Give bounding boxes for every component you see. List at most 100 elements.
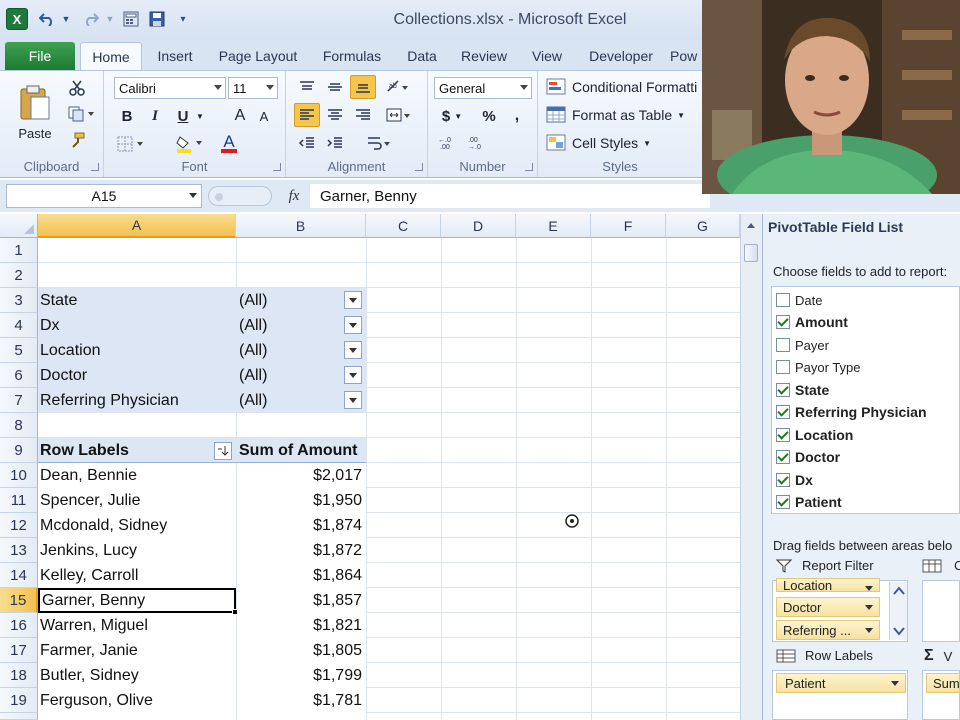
wrap-text-icon[interactable] (362, 131, 396, 155)
filter-chip[interactable]: Doctor (776, 597, 880, 617)
table-row-amount[interactable]: $1,864 (236, 563, 366, 588)
filter-field-label[interactable]: Location (38, 338, 236, 363)
undo-icon[interactable] (36, 9, 58, 29)
pivot-field-item[interactable]: Dx (776, 470, 813, 490)
pivot-field-item[interactable]: Location (776, 425, 853, 445)
field-checkbox[interactable] (776, 428, 790, 442)
row-header[interactable]: 5 (0, 338, 38, 363)
field-checkbox[interactable] (776, 315, 790, 329)
row-header[interactable]: 8 (0, 413, 38, 438)
tab-data[interactable]: Data (398, 42, 446, 70)
pivot-field-item[interactable]: Date (776, 290, 822, 310)
tab-page-layout[interactable]: Page Layout (210, 42, 306, 70)
table-row-name[interactable]: Butler, Sidney (38, 663, 236, 688)
pivot-row-labels-header[interactable]: Row Labels (38, 438, 236, 463)
row-header[interactable]: 6 (0, 363, 38, 388)
alignment-launcher-icon[interactable] (415, 163, 423, 171)
font-color-button[interactable]: A (212, 133, 246, 155)
align-left-icon[interactable] (294, 103, 320, 127)
pivot-field-item[interactable]: Amount (776, 312, 848, 332)
tab-file[interactable]: File (5, 42, 75, 70)
underline-dropdown-icon[interactable]: ▼ (194, 105, 206, 127)
align-top-icon[interactable] (294, 75, 320, 99)
align-bottom-icon[interactable] (350, 75, 376, 99)
selected-cell[interactable]: Garner, Benny (38, 588, 236, 613)
column-header-d[interactable]: D (441, 214, 516, 238)
redo-icon[interactable] (80, 9, 102, 29)
row-header[interactable]: 3 (0, 288, 38, 313)
scroll-thumb[interactable] (744, 244, 758, 262)
tab-review[interactable]: Review (454, 42, 514, 70)
pivot-field-item[interactable]: Doctor (776, 447, 840, 467)
column-header-g[interactable]: G (666, 214, 740, 238)
column-header-c[interactable]: C (366, 214, 441, 238)
conditional-formatting-button[interactable]: Conditional Formatti (546, 75, 706, 99)
redo-dropdown-icon[interactable]: ▼ (104, 9, 116, 29)
increase-decimal-icon[interactable]: ←.0.00 (436, 131, 462, 153)
field-checkbox[interactable] (776, 360, 790, 374)
number-launcher-icon[interactable] (525, 163, 533, 171)
row-header[interactable]: 10 (0, 463, 38, 488)
row-header[interactable]: 17 (0, 638, 38, 663)
column-labels-area[interactable] (922, 580, 960, 642)
table-row-name[interactable]: Ferguson, Olive (38, 688, 236, 713)
font-size-combo[interactable]: 11 (228, 77, 278, 99)
field-checkbox[interactable] (776, 473, 790, 487)
align-right-icon[interactable] (350, 103, 376, 127)
select-all-corner[interactable] (0, 214, 38, 238)
row-header[interactable]: 2 (0, 263, 38, 288)
table-row-name[interactable]: Mcdonald, Sidney (38, 513, 236, 538)
filter-field-label[interactable]: Doctor (38, 363, 236, 388)
field-checkbox[interactable] (776, 495, 790, 509)
decrease-indent-icon[interactable] (294, 131, 320, 155)
align-middle-icon[interactable] (322, 75, 348, 99)
format-as-table-button[interactable]: Format as Table ▼ (546, 103, 702, 127)
clipboard-launcher-icon[interactable] (91, 163, 99, 171)
cut-icon[interactable] (66, 77, 88, 99)
name-box[interactable]: A15 (6, 184, 202, 208)
format-painter-icon[interactable] (66, 129, 88, 151)
calculator-icon[interactable] (120, 9, 142, 29)
table-row-name[interactable]: Dean, Bennie (38, 463, 236, 488)
column-header-b[interactable]: B (236, 214, 366, 238)
table-row-name[interactable]: Jenkins, Lucy (38, 538, 236, 563)
percent-button[interactable]: % (478, 105, 500, 127)
field-checkbox[interactable] (776, 405, 790, 419)
row-header[interactable]: 13 (0, 538, 38, 563)
filter-dropdown-icon[interactable] (344, 291, 362, 309)
row-header[interactable]: 19 (0, 688, 38, 713)
table-row-amount[interactable]: $1,874 (236, 513, 366, 538)
pivot-field-item[interactable]: Payor Type (776, 357, 861, 377)
formula-expander[interactable] (208, 186, 272, 206)
grow-font-button[interactable]: A (230, 105, 250, 127)
align-center-icon[interactable] (322, 103, 348, 127)
field-checkbox[interactable] (776, 450, 790, 464)
table-row-amount[interactable]: $1,781 (236, 688, 366, 713)
save-icon[interactable] (146, 9, 168, 29)
filter-field-label[interactable]: State (38, 288, 236, 313)
increase-indent-icon[interactable] (322, 131, 348, 155)
row-header[interactable]: 7 (0, 388, 38, 413)
filter-chip[interactable]: Referring ... (776, 620, 880, 640)
insert-function-button[interactable]: fx (282, 184, 306, 208)
customize-toolbar-icon[interactable]: ▾ (176, 9, 190, 29)
underline-button[interactable]: U (172, 105, 194, 127)
table-row-amount[interactable]: $1,799 (236, 663, 366, 688)
vertical-scrollbar[interactable] (740, 214, 762, 720)
column-header-e[interactable]: E (516, 214, 591, 238)
table-row-name[interactable]: Farmer, Janie (38, 638, 236, 663)
row-header[interactable] (0, 713, 38, 720)
number-format-combo[interactable]: General (434, 77, 532, 99)
filter-field-label[interactable]: Dx (38, 313, 236, 338)
currency-button[interactable]: $ ▼ (436, 105, 468, 127)
pivot-sum-header[interactable]: Sum of Amount (236, 438, 366, 463)
filter-chip[interactable]: Location (776, 578, 880, 592)
decrease-decimal-icon[interactable]: .00 →.0 (466, 131, 492, 153)
table-row-name[interactable]: Kelley, Carroll (38, 563, 236, 588)
row-chip[interactable]: Patient (776, 673, 906, 693)
field-checkbox[interactable] (776, 293, 790, 307)
filter-dropdown-icon[interactable] (344, 316, 362, 334)
pivot-field-item[interactable]: Patient (776, 492, 842, 512)
merge-center-icon[interactable] (382, 103, 416, 127)
font-launcher-icon[interactable] (273, 163, 281, 171)
